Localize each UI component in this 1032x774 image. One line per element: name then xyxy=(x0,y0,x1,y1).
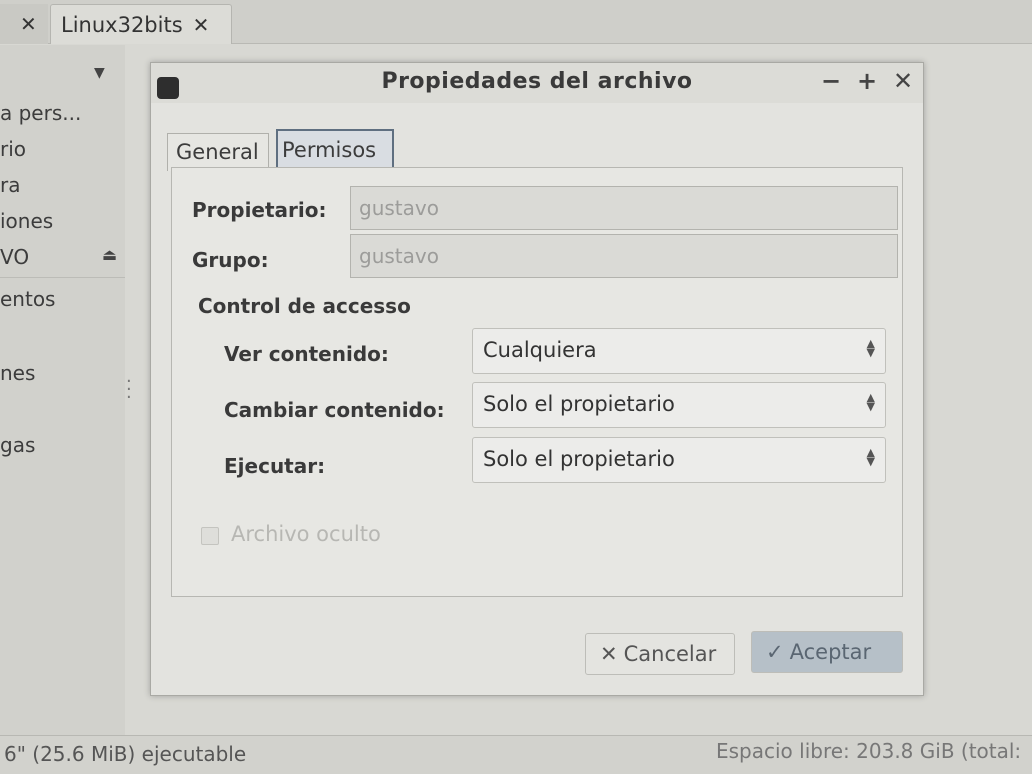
tab-linux32bits[interactable]: Linux32bits ✕ xyxy=(50,4,232,44)
eject-icon[interactable]: ⏏ xyxy=(102,245,117,264)
tab-previous[interactable]: ✕ xyxy=(0,4,48,44)
hidden-file-label: Archivo oculto xyxy=(231,522,381,546)
close-icon[interactable]: ✕ xyxy=(20,12,37,36)
view-content-select[interactable]: Cualquiera ▲ ▼ xyxy=(472,328,886,374)
sidebar-item[interactable]: ra xyxy=(0,173,20,197)
checkmark-icon: ✓ xyxy=(766,640,784,664)
group-label: Grupo: xyxy=(192,248,269,272)
dialog-title: Propiedades del archivo xyxy=(381,69,693,94)
hidden-file-checkbox[interactable] xyxy=(201,527,219,545)
sidebar-item[interactable]: a pers... xyxy=(0,101,81,125)
close-icon[interactable]: ✕ xyxy=(893,67,913,95)
sidebar-item[interactable]: nes xyxy=(0,361,35,385)
accept-label: Aceptar xyxy=(789,640,872,664)
view-content-label: Ver contenido: xyxy=(224,342,389,366)
file-properties-dialog: Propiedades del archivo − + ✕ General Pe… xyxy=(150,62,924,696)
divider xyxy=(0,277,125,278)
owner-field: gustavo xyxy=(350,186,898,230)
spinner-arrows-icon: ▲ ▼ xyxy=(866,391,875,413)
owner-label: Propietario: xyxy=(192,198,327,222)
spinner-arrows-icon: ▲ ▼ xyxy=(866,337,875,359)
change-content-label: Cambiar contenido: xyxy=(224,398,445,422)
sidebar-item[interactable]: VO xyxy=(0,245,29,269)
dialog-titlebar[interactable]: Propiedades del archivo − + ✕ xyxy=(151,63,923,103)
sidebar-item[interactable]: gas xyxy=(0,433,35,457)
cancel-label: Cancelar xyxy=(623,642,717,666)
change-content-select[interactable]: Solo el propietario ▲ ▼ xyxy=(472,382,886,428)
status-bar: 6" (25.6 MiB) ejecutable Espacio libre: … xyxy=(0,735,1032,774)
change-content-value: Solo el propietario xyxy=(483,392,675,416)
execute-value: Solo el propietario xyxy=(483,447,675,471)
group-field: gustavo xyxy=(350,234,898,278)
execute-select[interactable]: Solo el propietario ▲ ▼ xyxy=(472,437,886,483)
sidebar: ▼ a pers... rio ra iones VO ⏏ entos nes … xyxy=(0,45,125,735)
cancel-button[interactable]: ✕ Cancelar xyxy=(585,633,735,675)
minimize-icon[interactable]: − xyxy=(821,67,841,95)
maximize-icon[interactable]: + xyxy=(857,67,877,95)
sidebar-item[interactable]: iones xyxy=(0,209,53,233)
pane-resize-handle[interactable]: · · · xyxy=(126,373,132,407)
close-icon[interactable]: ✕ xyxy=(193,13,210,37)
accept-button[interactable]: ✓ Aceptar xyxy=(751,631,903,673)
tab-permisos[interactable]: Permisos xyxy=(276,129,394,171)
execute-label: Ejecutar: xyxy=(224,454,326,478)
spinner-arrows-icon: ▲ ▼ xyxy=(866,446,875,468)
status-file-info: 6" (25.6 MiB) ejecutable xyxy=(4,742,247,766)
chevron-down-icon[interactable]: ▼ xyxy=(94,65,105,81)
sidebar-item[interactable]: rio xyxy=(0,137,26,161)
view-content-value: Cualquiera xyxy=(483,338,597,362)
tab-label: Linux32bits xyxy=(61,12,183,37)
tab-bar: ✕ Linux32bits ✕ xyxy=(0,0,1032,44)
close-icon: ✕ xyxy=(600,642,618,666)
status-free-space: Espacio libre: 203.8 GiB (total: xyxy=(716,739,1022,763)
tab-general[interactable]: General xyxy=(167,133,269,171)
sidebar-item[interactable]: entos xyxy=(0,287,55,311)
access-control-heading: Control de accesso xyxy=(198,294,411,318)
